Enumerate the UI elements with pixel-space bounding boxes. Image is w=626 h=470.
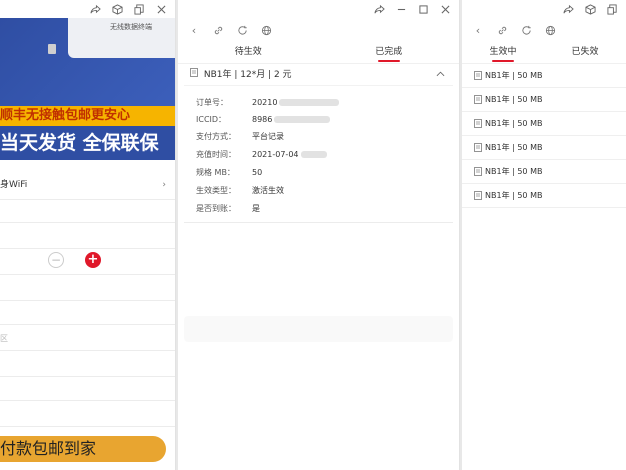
divider: [0, 376, 175, 377]
pay-button[interactable]: 付款包邮到家: [0, 436, 166, 462]
order-tabs: 待生效 已完成: [178, 42, 459, 64]
detail-credited: 是否到账：是: [196, 204, 260, 213]
device-label: 无线数据终端: [110, 23, 152, 31]
document-icon: [474, 143, 482, 152]
list-item[interactable]: NB1年 | 50 MB: [462, 184, 626, 208]
tab-active[interactable]: 生效中: [462, 42, 544, 63]
left-mini-program-window: 无线数据终端 顺丰无接触包邮更安心 当天发货 全保联保 身WiFi › − + …: [0, 0, 176, 470]
cube-icon[interactable]: [111, 3, 123, 15]
order-detail-window: ‹ 待生效 已完成 NB1年 | 12*月 | 2 元 订单号： 20210 I…: [178, 0, 460, 470]
list-item[interactable]: NB1年 | 50 MB: [462, 136, 626, 160]
divider: [0, 324, 175, 325]
divider: [0, 300, 175, 301]
list-item[interactable]: NB1年 | 50 MB: [462, 112, 626, 136]
address-field-hint: 区: [0, 334, 8, 343]
card-divider: [184, 222, 453, 223]
close-icon[interactable]: [439, 3, 451, 15]
list-item[interactable]: NB1年 | 50 MB: [462, 88, 626, 112]
divider: [0, 400, 175, 401]
cube-icon[interactable]: [584, 3, 596, 15]
tab-expired[interactable]: 已失效: [544, 42, 626, 63]
device-slot: [48, 44, 56, 54]
document-icon: [474, 167, 482, 176]
back-icon[interactable]: ‹: [472, 24, 484, 36]
window-controls: [178, 0, 459, 18]
wifi-option-label: 身WiFi: [0, 180, 28, 190]
detail-payment-method: 支付方式： 平台记录: [196, 132, 284, 141]
detail-activation-type: 生效类型： 激活生效: [196, 186, 284, 195]
share-icon[interactable]: [562, 3, 574, 15]
window-controls: [462, 0, 626, 18]
list-item[interactable]: NB1年 | 50 MB: [462, 160, 626, 184]
divider: [0, 426, 175, 427]
active-tab-indicator: [377, 60, 400, 62]
divider: [0, 350, 175, 351]
document-icon: [474, 71, 482, 80]
quantity-plus-button[interactable]: +: [85, 252, 101, 268]
toolbar: ‹: [462, 18, 626, 42]
share-icon[interactable]: [89, 3, 101, 15]
tab-completed[interactable]: 已完成: [319, 42, 460, 63]
chevron-right-icon: ›: [162, 180, 166, 190]
toolbar: ‹: [178, 18, 459, 42]
chevron-up-icon[interactable]: [436, 64, 445, 86]
list-item[interactable]: NB1年 | 50 MB: [462, 64, 626, 88]
divider: [0, 274, 175, 275]
maximize-icon[interactable]: [417, 3, 429, 15]
refresh-icon[interactable]: [236, 24, 248, 36]
tab-pending[interactable]: 待生效: [178, 42, 319, 63]
window-icon[interactable]: [606, 3, 618, 15]
promo-banner-shipping: 顺丰无接触包邮更安心: [0, 106, 175, 126]
quantity-minus-button[interactable]: −: [48, 252, 64, 268]
detail-recharge-time: 充值时间： 2021-07-04: [196, 146, 327, 163]
globe-icon[interactable]: [260, 24, 272, 36]
wifi-option-row[interactable]: 身WiFi ›: [0, 172, 175, 200]
link-icon[interactable]: [212, 24, 224, 36]
plan-tabs: 生效中 已失效: [462, 42, 626, 64]
detail-iccid: ICCID： 8986: [196, 111, 331, 128]
divider: [0, 222, 175, 223]
close-icon[interactable]: [155, 3, 167, 15]
faded-background-area: [184, 316, 453, 342]
document-icon: [474, 95, 482, 104]
share-icon[interactable]: [373, 3, 385, 15]
link-icon[interactable]: [496, 24, 508, 36]
detail-spec-mb: 规格 MB： 50: [196, 168, 263, 177]
order-card-header[interactable]: NB1年 | 12*月 | 2 元: [184, 64, 453, 86]
promo-banner-delivery: 当天发货 全保联保: [0, 126, 175, 160]
divider: [0, 248, 175, 249]
minimize-icon[interactable]: [395, 3, 407, 15]
globe-icon[interactable]: [544, 24, 556, 36]
window-icon[interactable]: [133, 3, 145, 15]
document-icon: [474, 191, 482, 200]
window-controls: [0, 0, 175, 18]
back-icon[interactable]: ‹: [188, 24, 200, 36]
active-plans-window: ‹ 生效中 已失效 NB1年 | 50 MB NB1年 | 50 MB NB1年…: [462, 0, 626, 470]
refresh-icon[interactable]: [520, 24, 532, 36]
active-tab-indicator: [492, 60, 514, 62]
detail-order-number: 订单号： 20210: [196, 94, 340, 111]
order-title: NB1年 | 12*月 | 2 元: [203, 70, 292, 80]
document-icon: [474, 119, 482, 128]
document-icon: [190, 68, 198, 77]
